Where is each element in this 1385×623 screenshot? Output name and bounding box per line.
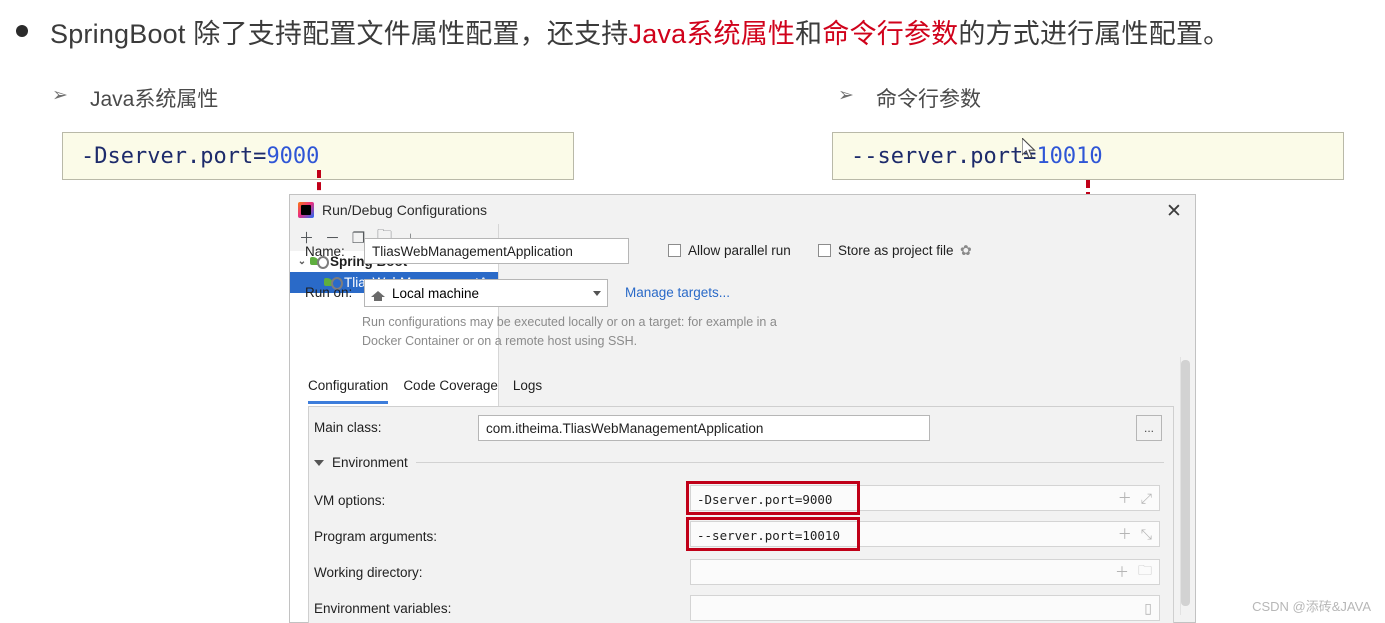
code-prefix-right: --server.port= (851, 143, 1037, 169)
manage-targets-link[interactable]: Manage targets... (625, 285, 730, 300)
name-label: Name: (305, 244, 345, 259)
title-part-1: SpringBoot 除了支持配置文件属性配置，还支持 (50, 19, 629, 49)
triangle-down-icon[interactable] (314, 459, 324, 466)
allow-parallel-run-checkbox[interactable]: Allow parallel run (668, 243, 791, 258)
title-part-2-highlight: Java系统属性 (628, 19, 796, 49)
document-icon[interactable]: ▯ (1144, 600, 1152, 617)
vm-options-value: -Dserver.port=9000 (697, 492, 833, 507)
main-class-value: com.itheima.TliasWebManagementApplicatio… (486, 420, 764, 436)
checkbox-box-parallel[interactable] (668, 244, 681, 257)
allow-parallel-run-label: Allow parallel run (688, 243, 791, 258)
environment-variables-input[interactable]: ▯ (690, 595, 1160, 621)
page-title: SpringBoot 除了支持配置文件属性配置，还支持Java系统属性和命令行参… (50, 12, 1230, 51)
program-arguments-value: --server.port=10010 (697, 528, 840, 543)
vm-options-label: VM options: (314, 493, 386, 508)
environment-variables-actions: ▯ (1144, 600, 1152, 617)
tab-logs[interactable]: Logs (513, 378, 542, 404)
arrow-marker-icon-right: ➢ (838, 85, 854, 106)
folder-icon[interactable]: 🗀 (1138, 560, 1152, 584)
main-class-input[interactable]: com.itheima.TliasWebManagementApplicatio… (478, 415, 930, 441)
working-directory-input[interactable]: ＋ 🗀 (690, 559, 1160, 585)
arrow-marker-icon-left: ➢ (52, 85, 68, 106)
subheading-command-line-arguments: 命令行参数 (876, 88, 981, 111)
title-part-3: 和 (795, 19, 823, 49)
main-class-browse-button[interactable]: ... (1136, 415, 1162, 441)
run-on-hint-text: Run configurations may be executed local… (362, 315, 777, 348)
environment-label: Environment (332, 455, 408, 470)
run-on-dropdown[interactable]: Local machine (364, 279, 608, 307)
gear-icon[interactable]: ✿ (960, 242, 972, 259)
dialog-titlebar: Run/Debug Configurations (290, 195, 1195, 224)
collapse-icon[interactable]: ⤡ (1141, 526, 1152, 543)
title-part-4-highlight: 命令行参数 (822, 19, 959, 49)
main-class-label: Main class: (314, 420, 382, 435)
program-arguments-label: Program arguments: (314, 529, 438, 544)
title-part-5: 的方式进行属性配置。 (958, 19, 1231, 49)
name-input-value: TliasWebManagementApplication (372, 243, 573, 259)
checkbox-box-store[interactable] (818, 244, 831, 257)
bullet-point-icon (16, 25, 28, 37)
local-machine-icon (371, 287, 385, 301)
code-value-left: 9000 (266, 143, 320, 169)
section-divider (415, 462, 1164, 463)
configuration-tabs: Configuration Code Coverage Logs (308, 378, 542, 404)
add-icon[interactable]: ＋ (1118, 488, 1132, 508)
dialog-title: Run/Debug Configurations (322, 201, 487, 218)
expand-icon[interactable]: ⤢ (1141, 490, 1152, 507)
intellij-logo-icon (298, 201, 314, 218)
code-value-right: 10010 (1036, 143, 1103, 169)
panel-scrollbar-thumb[interactable] (1181, 360, 1190, 606)
environment-variables-label: Environment variables: (314, 601, 452, 616)
add-icon[interactable]: ＋ (1115, 562, 1129, 582)
program-arguments-actions: ＋ ⤡ (1118, 524, 1152, 544)
slide-header: SpringBoot 除了支持配置文件属性配置，还支持Java系统属性和命令行参… (0, 0, 1385, 60)
name-input[interactable]: TliasWebManagementApplication (364, 238, 629, 264)
run-on-label: Run on: (305, 285, 353, 300)
vm-options-actions: ＋ ⤢ (1118, 488, 1152, 508)
tab-configuration[interactable]: Configuration (308, 378, 389, 404)
store-as-project-file-label: Store as project file (838, 243, 954, 258)
watermark: CSDN @添砖&JAVA (1252, 599, 1371, 614)
store-as-project-file-checkbox[interactable]: Store as project file (818, 243, 954, 258)
working-directory-label: Working directory: (314, 565, 423, 580)
run-on-value: Local machine (392, 285, 480, 301)
code-prefix-left: -Dserver.port= (81, 143, 267, 169)
tab-code-coverage[interactable]: Code Coverage (403, 378, 498, 404)
code-box-program-argument: --server.port= 10010 (832, 132, 1344, 180)
environment-section-header[interactable]: Environment (314, 455, 1164, 470)
chevron-down-icon[interactable] (593, 290, 601, 296)
subheading-java-system-properties: Java系统属性 (90, 88, 219, 111)
working-directory-actions: ＋ 🗀 (1115, 560, 1152, 584)
close-icon[interactable]: ✕ (1163, 200, 1185, 222)
add-icon[interactable]: ＋ (1118, 524, 1132, 544)
